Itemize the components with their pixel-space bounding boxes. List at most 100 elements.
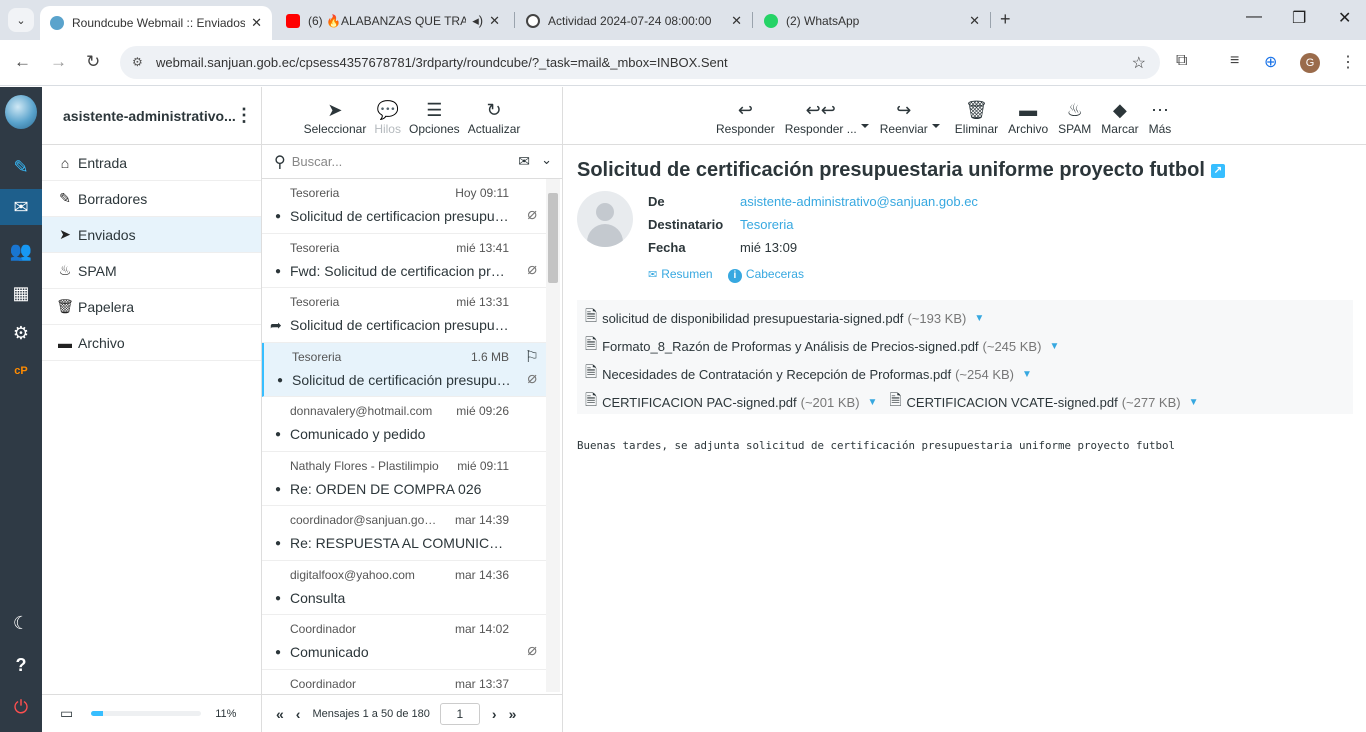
profile-avatar[interactable]: G [1300, 53, 1320, 73]
quota-bar [91, 711, 202, 716]
account-menu-icon[interactable]: ⋮ [235, 105, 253, 126]
attachment-menu-icon[interactable]: ▼ [974, 313, 984, 324]
spam-button[interactable]: ♨ SPAM [1058, 98, 1091, 136]
dark-mode-icon[interactable]: ☾ [0, 605, 42, 641]
folder-papelera[interactable]: 🗑 Papelera [42, 289, 261, 325]
to-link[interactable]: Tesoreria [740, 217, 793, 232]
site-settings-icon[interactable]: ⚙ [132, 55, 143, 69]
browser-tab-actividad[interactable]: Actividad 2024-07-24 08:00:00 ✕ [516, 6, 752, 36]
folder-enviados[interactable]: ➤ Enviados [42, 217, 261, 253]
settings-icon[interactable]: ⚙ [0, 315, 42, 351]
back-icon[interactable]: ← [14, 52, 31, 72]
message-row[interactable]: Tesoreria mié 13:41 ● Fwd: Solicitud de cer… [262, 234, 547, 288]
close-window-icon[interactable]: ✕ [1338, 8, 1351, 28]
refresh-button[interactable]: ↻ Actualizar [468, 98, 521, 136]
archive-button[interactable]: ▬ Archivo [1008, 98, 1048, 136]
extensions-icon[interactable]: ⧉ [1176, 52, 1187, 70]
message-row[interactable]: Coordinador mar 13:37 [262, 670, 547, 693]
scrollbar-thumb[interactable] [548, 193, 558, 283]
reply-all-button[interactable]: ↩↩ Responder ... [785, 98, 869, 136]
from-link[interactable]: asistente-administrativo@sanjuan.gob.ec [740, 194, 978, 209]
help-icon[interactable]: ? [0, 647, 42, 683]
folder-label: Archivo [78, 334, 125, 351]
headers-link[interactable]: Cabeceras [746, 267, 804, 281]
media-control-icon[interactable]: ≡ [1230, 52, 1239, 70]
last-page-icon[interactable]: » [509, 706, 517, 722]
replied-icon: ➦ [270, 317, 282, 333]
attachment-menu-icon[interactable]: ▼ [1049, 341, 1059, 352]
new-tab-icon[interactable]: + [1000, 9, 1011, 30]
message-row[interactable]: Tesoreria Hoy 09:11 ● Solicitud de certific… [262, 179, 547, 234]
forward-icon[interactable]: → [50, 52, 67, 72]
attachment-icon: ⌀ [527, 642, 537, 659]
message-from: digitalfoox@yahoo.com [290, 567, 415, 582]
delete-button[interactable]: 🗑 Eliminar [955, 98, 998, 136]
reload-icon[interactable]: ↻ [86, 52, 100, 72]
search-bar[interactable]: ⚲ Buscar... ✉ ⌄ [262, 145, 562, 179]
attachment-item[interactable]: 🗎 Necesidades de Contratación y Recepción… [585, 362, 1044, 387]
message-row[interactable]: Tesoreria mié 13:31 ➦ Solicitud de certific… [262, 288, 547, 343]
mark-button[interactable]: ◆ Marcar [1101, 98, 1138, 136]
chevron-down-icon[interactable]: ⌄ [541, 152, 552, 168]
message-row[interactable]: coordinador@sanjuan.gob.ec mar 14:39 ● Re: … [262, 506, 547, 561]
logout-icon[interactable]: ⏻ [0, 689, 42, 725]
summary-link[interactable]: Resumen [661, 267, 712, 281]
envelope-icon[interactable]: ✉ [518, 153, 530, 170]
browser-menu-icon[interactable]: ⋮ [1340, 52, 1356, 72]
calendar-icon[interactable]: ▦ [0, 275, 42, 311]
page-number-input[interactable]: 1 [439, 702, 480, 725]
folder-spam[interactable]: ♨ SPAM [42, 253, 261, 289]
folder-archivo[interactable]: ▬ Archivo [42, 325, 261, 361]
flag-icon[interactable]: ⚐ [525, 347, 539, 367]
select-button[interactable]: ➤ Seleccionar [304, 98, 367, 136]
browser-tab-youtube[interactable]: (6) 🔥ALABANZAS QUE TRA ◂) ✕ [276, 6, 510, 36]
bookmark-star-icon[interactable]: ☆ [1132, 53, 1146, 73]
close-tab-icon[interactable]: ✕ [489, 13, 500, 29]
info-icon: i [727, 269, 742, 283]
browser-tab-whatsapp[interactable]: (2) WhatsApp ✕ [754, 6, 990, 36]
contacts-icon[interactable]: 👥 [0, 233, 42, 269]
first-page-icon[interactable]: « [276, 706, 284, 722]
attachment-menu-icon[interactable]: ▼ [868, 397, 878, 408]
more-button[interactable]: ⋯ Más [1149, 98, 1172, 136]
message-from: coordinador@sanjuan.gob.ec [290, 513, 440, 527]
cpanel-icon[interactable]: cP [0, 353, 42, 389]
disk-icon[interactable]: ▭ [60, 705, 73, 722]
message-row[interactable]: Nathaly Flores - Plastilimpio mié 09:11 ● R… [262, 452, 547, 506]
attachment-menu-icon[interactable]: ▼ [1189, 397, 1199, 408]
attachment-item[interactable]: 🗎 CERTIFICACION PAC-signed.pdf (~201 KB) ▼ [585, 390, 889, 415]
restore-icon[interactable]: ❐ [1292, 8, 1306, 28]
attachment-item[interactable]: 🗎 solicitud de disponibilidad presupuesta… [585, 306, 996, 331]
threads-button[interactable]: 💬 Hilos [374, 98, 401, 136]
message-row[interactable]: Coordinador mar 14:02 ● Comunicado ⌀ [262, 615, 547, 670]
tab-title: (6) 🔥ALABANZAS QUE TRA [308, 14, 467, 28]
attachment-item[interactable]: 🗎 Formato_8_Razón de Proformas y Análisis… [585, 334, 1071, 359]
message-row[interactable]: donnavalery@hotmail.com mié 09:26 ● Comunic… [262, 397, 547, 452]
browser-tab-roundcube[interactable]: Roundcube Webmail :: Enviados ✕ [40, 6, 272, 40]
attachment-menu-icon[interactable]: ▼ [1022, 369, 1032, 380]
minimize-icon[interactable]: — [1246, 8, 1262, 26]
folder-entrada[interactable]: ⌂ Entrada [42, 145, 261, 181]
folder-borradores[interactable]: ✎ Borradores [42, 181, 261, 217]
url-field[interactable]: ⚙ webmail.sanjuan.gob.ec/cpsess435767878… [120, 46, 1160, 79]
close-tab-icon[interactable]: ✕ [251, 15, 262, 31]
tab-search-button[interactable]: ⌄ [8, 8, 34, 32]
close-tab-icon[interactable]: ✕ [969, 13, 980, 29]
prev-page-icon[interactable]: ‹ [296, 706, 301, 722]
search-input[interactable]: Buscar... [292, 154, 343, 169]
download-icon[interactable]: ⊕ [1264, 52, 1277, 72]
attachment-item[interactable]: 🗎 CERTIFICACION VCATE-signed.pdf (~277 KB)… [889, 390, 1210, 415]
audio-icon[interactable]: ◂) [472, 13, 483, 29]
mail-icon[interactable]: ✉ [0, 189, 42, 225]
options-button[interactable]: ☰ Opciones [409, 98, 460, 136]
open-in-new-window-icon[interactable]: ↗ [1210, 163, 1225, 178]
roundcube-logo-icon[interactable] [5, 95, 37, 129]
message-row[interactable]: digitalfoox@yahoo.com mar 14:36 ● Consulta [262, 561, 547, 615]
next-page-icon[interactable]: › [492, 706, 497, 722]
close-tab-icon[interactable]: ✕ [731, 13, 742, 29]
list-scrollbar[interactable] [546, 179, 560, 692]
forward-button[interactable]: ↪ Reenviar [880, 98, 940, 136]
compose-icon[interactable]: ✎ [0, 149, 42, 185]
reply-button[interactable]: ↩ Responder [716, 98, 775, 136]
message-row[interactable]: Tesoreria 1.6 MB ● Solicitud de certificaci… [262, 342, 547, 397]
